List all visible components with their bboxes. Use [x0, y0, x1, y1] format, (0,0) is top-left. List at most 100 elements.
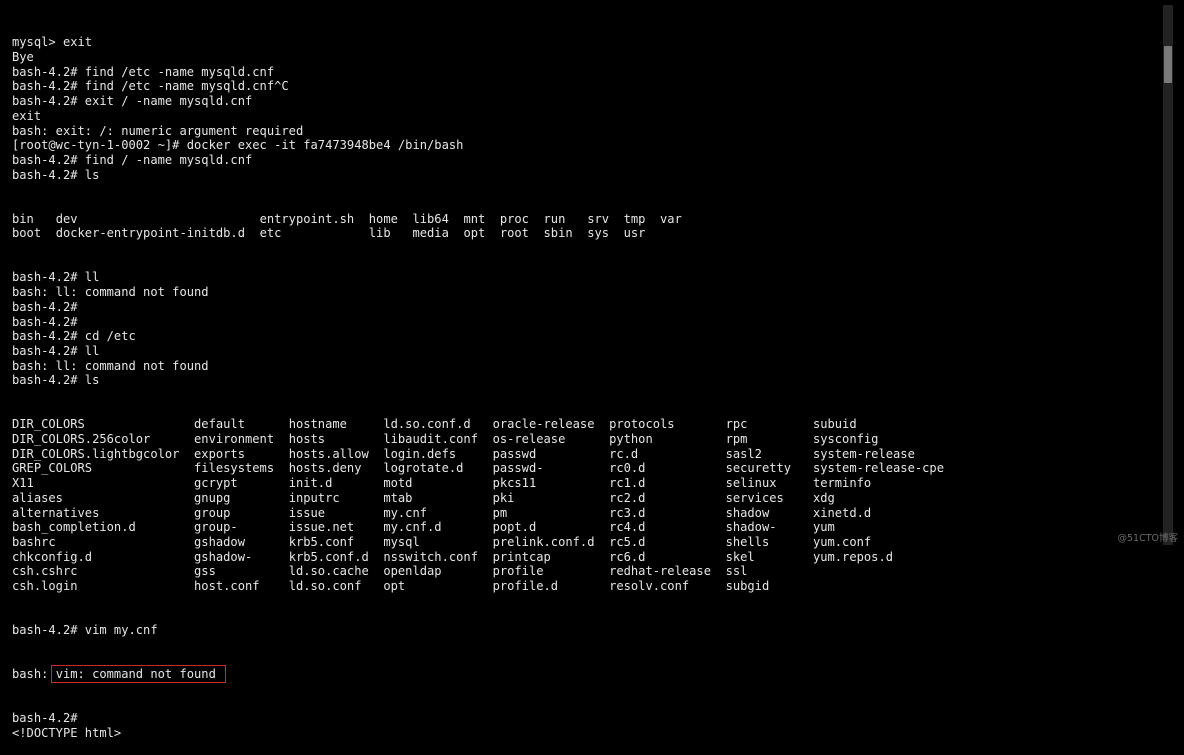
ls-entry: rc5.d	[609, 534, 726, 549]
terminal-line: bash: ll: command not found	[12, 285, 209, 300]
scrollbar[interactable]	[1163, 5, 1173, 545]
ls-row: DIR_COLORS default hostname ld.so.conf.d…	[12, 417, 944, 432]
ls-entry: default	[194, 417, 289, 432]
terminal-line: bash-4.2# ls	[12, 373, 100, 388]
ls-entry: host.conf	[194, 578, 289, 593]
ls-entry: my.cnf	[383, 505, 493, 520]
ls-entry: system-release-cpe	[812, 461, 944, 476]
watermark: @51CTO博客	[1117, 533, 1178, 544]
ls-entry: ssl	[725, 564, 748, 579]
ls-entry: hosts	[288, 432, 384, 447]
ls-entry: printcap	[492, 549, 610, 564]
ls-entry: opt	[463, 226, 500, 241]
ls-entry: ld.so.conf.d	[383, 417, 493, 432]
ls-entry: services	[725, 490, 813, 505]
ls-entry: aliases	[12, 490, 195, 505]
ls-entry: boot	[12, 226, 56, 241]
ls-entry: subuid	[812, 417, 857, 432]
terminal-line: bash-4.2# ls	[12, 167, 100, 182]
ls-entry: rc1.d	[609, 476, 726, 491]
ls-entry: usr	[623, 226, 646, 241]
ls-entry: proc	[499, 211, 544, 226]
highlighted-error: vim: command not found	[50, 665, 226, 684]
ls-entry: DIR_COLORS.lightbgcolor	[12, 446, 195, 461]
ls-entry: issue.net	[288, 520, 384, 535]
ls-entry: sasl2	[725, 446, 813, 461]
ls-entry: entrypoint.sh	[259, 211, 369, 226]
ls-entry: hosts.allow	[288, 446, 384, 461]
ls-entry: krb5.conf.d	[288, 549, 384, 564]
ls-entry: bashrc	[12, 534, 195, 549]
terminal-line: exit	[12, 108, 42, 123]
terminal-line: bash-4.2# vim my.cnf	[12, 623, 158, 638]
ls-entry: X11	[12, 476, 195, 491]
ls-entry: os-release	[492, 432, 610, 447]
ls-entry: hosts.deny	[288, 461, 384, 476]
ls-entry: rc4.d	[609, 520, 726, 535]
ls-entry: dev	[55, 211, 260, 226]
terminal-line: bash-4.2# cd /etc	[12, 329, 136, 344]
ls-entry: pki	[492, 490, 610, 505]
output-block-before: mysql> exit Bye bash-4.2# find /etc -name …	[12, 35, 944, 182]
ls-entry: openldap	[383, 564, 493, 579]
ls-entry: GREP_COLORS	[12, 461, 195, 476]
terminal-line: [root@wc-tyn-1-0002 ~]# docker exec -it …	[12, 138, 464, 153]
ls-entry: environment	[194, 432, 289, 447]
ls-entry: alternatives	[12, 505, 195, 520]
ls-entry: profile	[492, 564, 610, 579]
ls-entry: yum	[812, 520, 835, 535]
ls-row: DIR_COLORS.lightbgcolor exports hosts.al…	[12, 447, 944, 462]
terminal-line: Bye	[12, 50, 34, 65]
ls-entry: shadow-	[725, 520, 813, 535]
terminal-line: bash-4.2# find / -name mysqld.cnf	[12, 152, 253, 167]
terminal-line: bash-4.2#	[12, 711, 85, 726]
ls-entry: sysconfig	[812, 432, 879, 447]
terminal-line: bash-4.2# ll	[12, 270, 100, 285]
ls-entry: mnt	[463, 211, 500, 226]
terminal-line: bash-4.2#	[12, 299, 85, 314]
ls-entry: bash_completion.d	[12, 520, 195, 535]
scrollbar-thumb[interactable]	[1164, 46, 1172, 83]
ls-entry: var	[660, 211, 682, 226]
output-block-middle: bash-4.2# ll bash: ll: command not found b…	[12, 270, 944, 388]
ls-entry: mtab	[383, 490, 493, 505]
ls-entry: nsswitch.conf	[383, 549, 493, 564]
ls-entry: gshadow-	[194, 549, 289, 564]
ls-entry: oracle-release	[492, 417, 610, 432]
ls-entry: inputrc	[288, 490, 384, 505]
ls-row: DIR_COLORS.256color environment hosts li…	[12, 432, 944, 447]
ls-entry: root	[499, 226, 544, 241]
ls-row: csh.login host.conf ld.so.conf opt profi…	[12, 579, 944, 594]
ls-entry: lib	[368, 226, 413, 241]
ls-entry: xinetd.d	[812, 505, 872, 520]
ls-entry: issue	[288, 505, 384, 520]
ls-entry: DIR_COLORS.256color	[12, 432, 195, 447]
ls-row: aliases gnupg inputrc mtab pki rc2.d ser…	[12, 491, 944, 506]
ls-entry: rpm	[725, 432, 813, 447]
ls-entry: python	[609, 432, 726, 447]
ls-row: bash_completion.d group- issue.net my.cn…	[12, 520, 944, 535]
terminal-line: bash-4.2# find /etc -name mysqld.cnf^C	[12, 79, 289, 94]
ls-entry: rpc	[725, 417, 813, 432]
terminal-output[interactable]: mysql> exit Bye bash-4.2# find /etc -name …	[12, 6, 944, 755]
ls-entry: lib64	[412, 211, 464, 226]
ls-entry: passwd	[492, 446, 610, 461]
ls-entry: pkcs11	[492, 476, 610, 491]
ls-entry: rc3.d	[609, 505, 726, 520]
ls-entry: skel	[725, 549, 813, 564]
ls-entry: media	[412, 226, 464, 241]
ls-entry: my.cnf.d	[383, 520, 493, 535]
ls-entry: mysql	[383, 534, 493, 549]
ls-entry: rc2.d	[609, 490, 726, 505]
ls-entry: opt	[383, 578, 493, 593]
ls-entry: filesystems	[194, 461, 289, 476]
ls-entry: passwd-	[492, 461, 610, 476]
etc-ls-listing: DIR_COLORS default hostname ld.so.conf.d…	[12, 417, 944, 593]
ls-entry: redhat-release	[609, 564, 726, 579]
ls-entry: etc	[259, 226, 369, 241]
terminal-line: <!DOCTYPE html>	[12, 725, 122, 740]
ls-entry: xdg	[812, 490, 835, 505]
ls-entry: shadow	[725, 505, 813, 520]
ls-entry: DIR_COLORS	[12, 417, 195, 432]
ls-row: alternatives group issue my.cnf pm rc3.d…	[12, 506, 944, 521]
